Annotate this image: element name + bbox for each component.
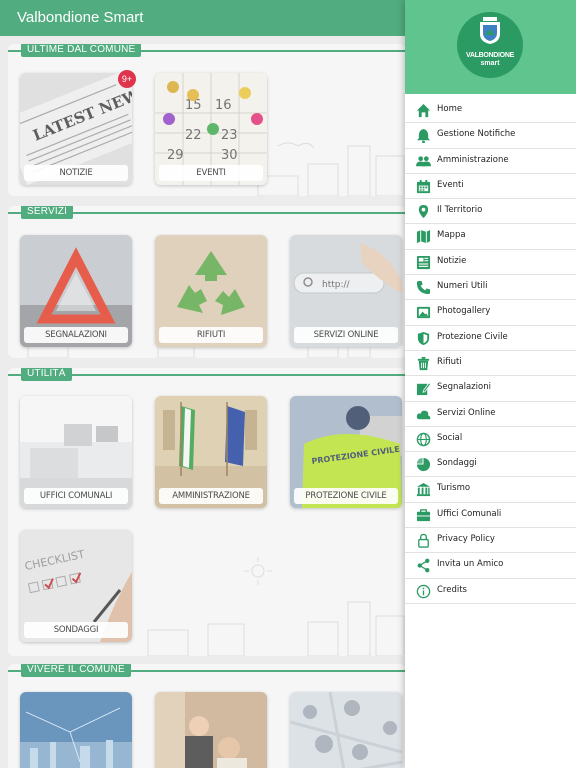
menu-item-label: Servizi Online [437, 407, 496, 418]
home-icon [416, 103, 431, 118]
menu-item-label: Notizie [437, 255, 467, 266]
globe-icon [416, 432, 431, 447]
menu-item-photogallery[interactable]: Photogallery [405, 300, 576, 326]
menu-item-label: Privacy Policy [437, 534, 495, 545]
menu-item-turismo[interactable]: Turismo [405, 477, 576, 503]
shield-icon [417, 331, 430, 345]
menu-item-label: Il Territorio [437, 205, 483, 216]
menu-item-credits[interactable]: Credits [405, 579, 576, 604]
menu-item-invita-un-amico[interactable]: Invita un Amico [405, 553, 576, 579]
menu-item-label: Gestione Notifiche [437, 129, 516, 140]
menu-item-home[interactable]: Home [405, 98, 576, 124]
menu-item-label: Uffici Comunali [437, 508, 502, 519]
menu-item-numeri-utili[interactable]: Numeri Utili [405, 275, 576, 301]
share-icon [417, 559, 430, 573]
menu-item-social[interactable]: Social [405, 427, 576, 453]
pie-chart-icon [416, 458, 431, 472]
menu-item-label: Numeri Utili [437, 281, 488, 292]
info-icon [416, 584, 431, 598]
menu-item-label: Sondaggi [437, 458, 477, 469]
calendar-icon [416, 179, 431, 193]
menu-item-privacy-policy[interactable]: Privacy Policy [405, 528, 576, 554]
menu-item-label: Rifiuti [437, 356, 462, 367]
location-pin-icon [418, 205, 429, 219]
valbondione-smart-logo: VALBONDIONE smart [457, 12, 523, 78]
menu-item-segnalazioni[interactable]: Segnalazioni [405, 376, 576, 402]
crest-icon [480, 17, 500, 44]
photo-icon [416, 307, 431, 319]
menu-item-uffici-comunali[interactable]: Uffici Comunali [405, 503, 576, 529]
menu-item-il-territorio[interactable]: Il Territorio [405, 199, 576, 225]
logo-line1: VALBONDIONE [466, 52, 514, 59]
notification-badge: 9+ [118, 70, 136, 88]
map-icon [416, 230, 431, 244]
trash-icon [417, 356, 430, 371]
menu-item-label: Social [437, 432, 463, 443]
menu-item-label: Credits [437, 584, 467, 595]
menu-item-label: Eventi [437, 179, 464, 190]
lock-icon [418, 533, 429, 548]
menu-item-notizie[interactable]: Notizie [405, 250, 576, 276]
newspaper-icon [416, 255, 431, 269]
drawer-header: VALBONDIONE smart [405, 0, 576, 94]
drawer-menu: Home Gestione Notifiche Amministrazione … [405, 98, 576, 604]
briefcase-icon [416, 508, 431, 521]
navigation-drawer: VALBONDIONE smart Home Gestione Notifich… [405, 0, 576, 768]
menu-item-gestione-notifiche[interactable]: Gestione Notifiche [405, 123, 576, 149]
cloud-icon [416, 410, 431, 419]
menu-item-label: Amministrazione [437, 154, 509, 165]
bell-icon [416, 129, 431, 144]
menu-item-mappa[interactable]: Mappa [405, 224, 576, 250]
menu-item-rifiuti[interactable]: Rifiuti [405, 351, 576, 377]
menu-item-label: Turismo [437, 483, 471, 494]
phone-icon [416, 281, 431, 295]
menu-item-eventi[interactable]: Eventi [405, 174, 576, 200]
menu-item-protezione-civile[interactable]: Protezione Civile [405, 326, 576, 351]
museum-icon [416, 483, 431, 497]
people-icon [416, 155, 431, 166]
menu-item-label: Protezione Civile [437, 331, 508, 342]
pencil-note-icon [416, 382, 431, 396]
menu-item-label: Home [437, 104, 463, 114]
logo-line2: smart [480, 60, 500, 67]
menu-item-sondaggi[interactable]: Sondaggi [405, 452, 576, 478]
menu-item-label: Photogallery [437, 306, 491, 317]
menu-item-label: Mappa [437, 230, 466, 241]
menu-item-amministrazione[interactable]: Amministrazione [405, 149, 576, 174]
menu-item-label: Invita un Amico [437, 559, 504, 570]
menu-item-label: Segnalazioni [437, 382, 491, 393]
menu-item-servizi-online[interactable]: Servizi Online [405, 402, 576, 427]
